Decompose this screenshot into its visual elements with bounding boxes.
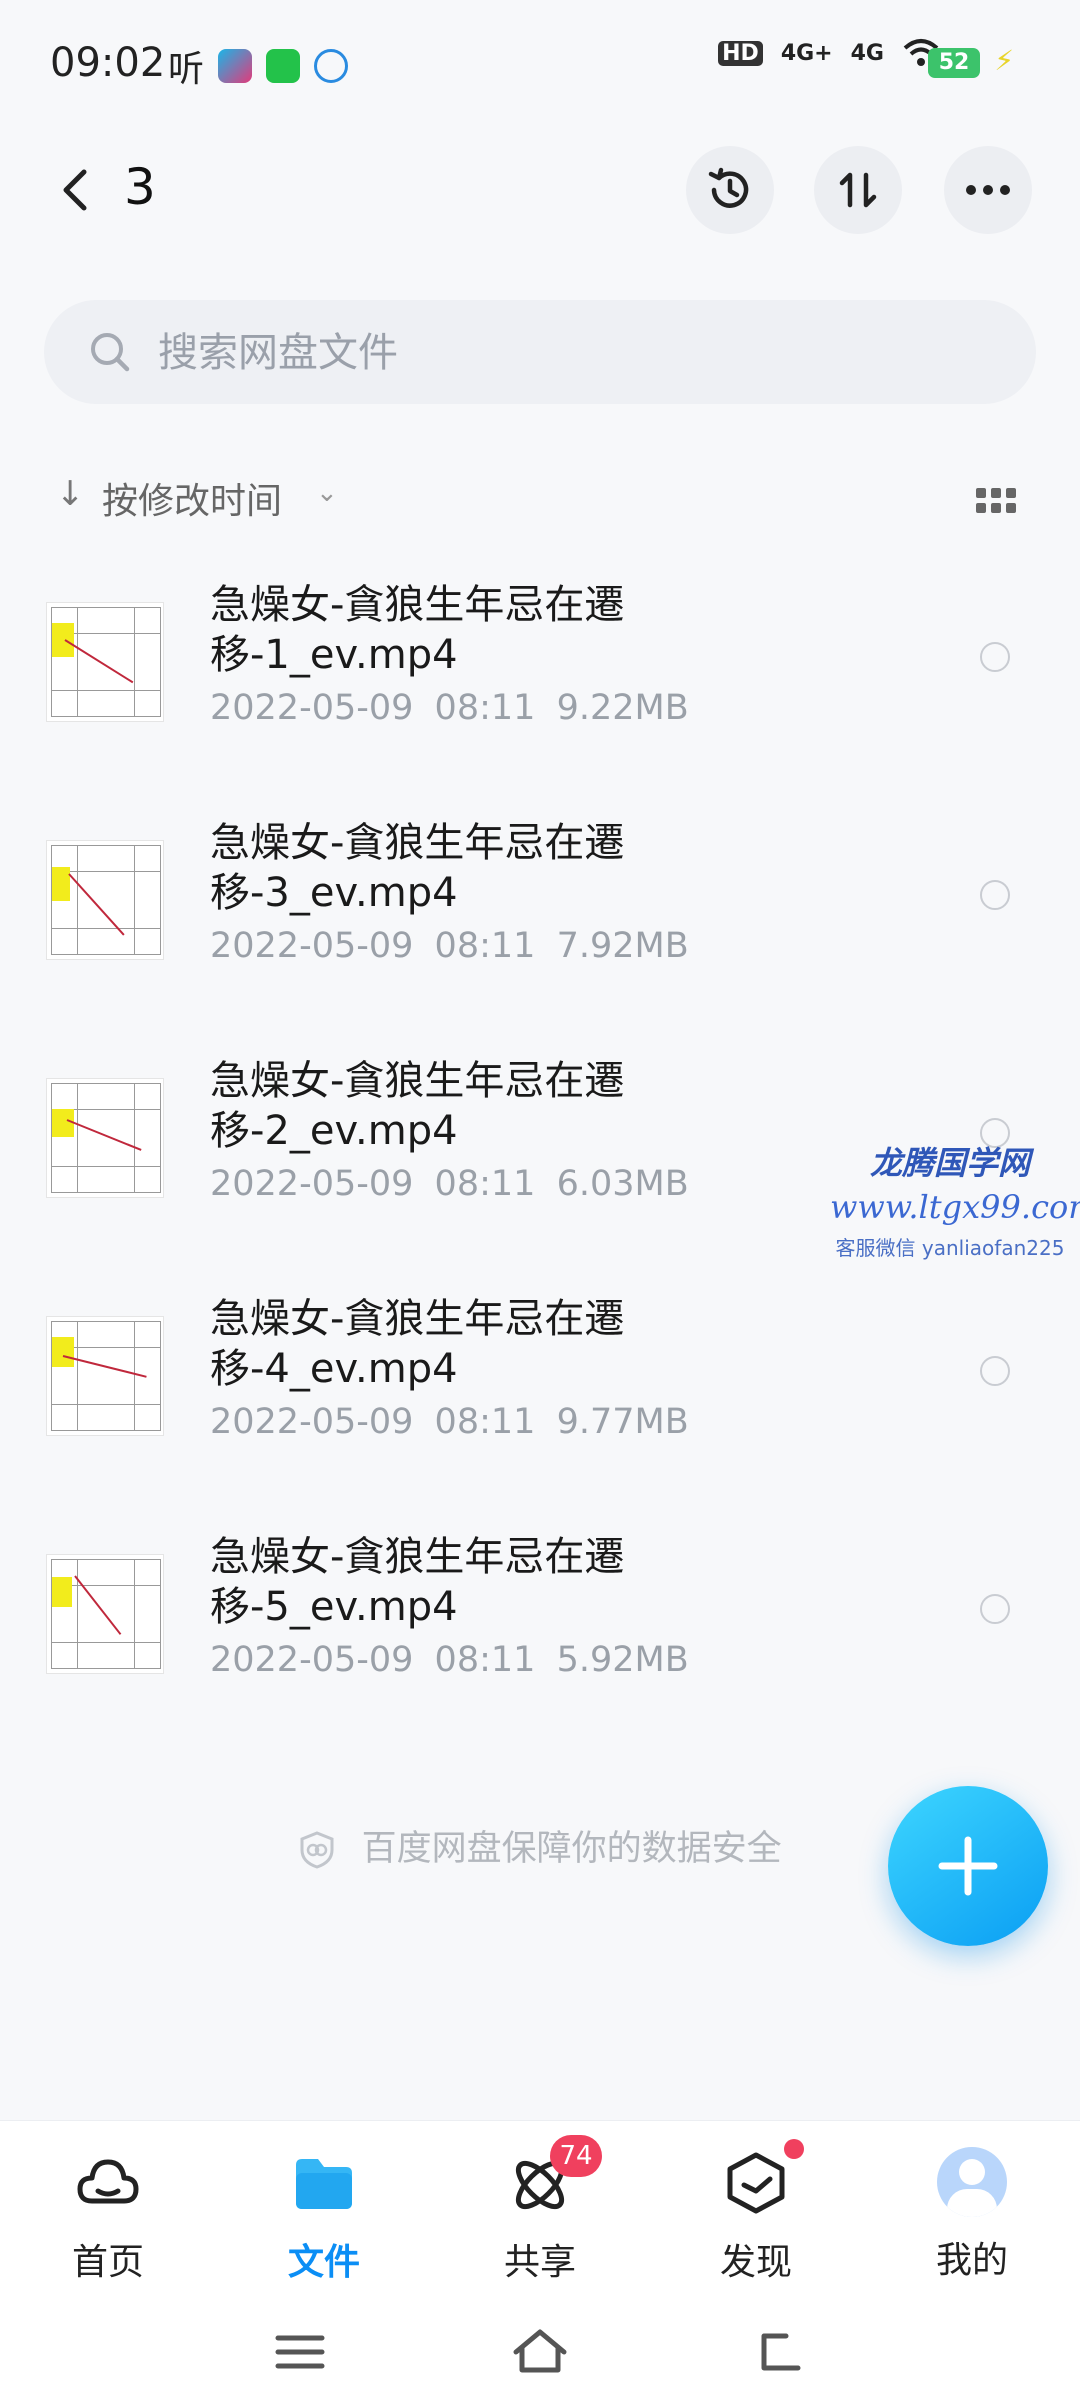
menu-icon[interactable] [270, 2322, 330, 2382]
search-bar[interactable] [44, 300, 1036, 404]
avatar-icon [937, 2147, 1007, 2217]
file-meta: 2022-05-09 08:11 6.03MB [210, 1164, 689, 1204]
bottom-nav: 首页 文件 74 共享 发现 我的 [0, 2120, 1080, 2301]
select-checkbox[interactable] [980, 880, 1010, 910]
status-signals: HD 4G+ 4G [718, 38, 940, 68]
file-name: 急燥女-貪狼生年忌在遷移-1_ev.mp4 [210, 582, 625, 678]
file-meta: 2022-05-09 08:11 9.77MB [210, 1402, 689, 1442]
list-item[interactable]: 急燥女-貪狼生年忌在遷移-5_ev.mp4 2022-05-09 08:11 5… [0, 1512, 1080, 1750]
nav-files[interactable]: 文件 [216, 2147, 432, 2285]
search-icon [91, 333, 130, 372]
nav-home[interactable]: 首页 [0, 2147, 216, 2285]
signal-4g-icon: 4G [850, 40, 884, 66]
plus-icon [938, 1836, 998, 1896]
nav-me[interactable]: 我的 [864, 2147, 1080, 2283]
file-date: 2022-05-09 [210, 926, 414, 966]
status-time: 09:02 [50, 40, 166, 86]
select-checkbox[interactable] [980, 1356, 1010, 1386]
file-meta: 2022-05-09 08:11 9.22MB [210, 688, 689, 728]
file-meta: 2022-05-09 08:11 7.92MB [210, 926, 689, 966]
video-thumbnail [46, 840, 164, 960]
nav-files-label: 文件 [287, 2242, 360, 2283]
grid-view-icon[interactable] [976, 488, 1016, 514]
file-time: 08:11 [434, 1640, 536, 1680]
search-input[interactable] [156, 318, 980, 388]
file-size: 9.77MB [556, 1402, 689, 1442]
sort-direction-icon[interactable]: ↓ [56, 474, 85, 514]
nav-share[interactable]: 74 共享 [432, 2135, 648, 2285]
history-button[interactable] [686, 146, 774, 234]
nav-me-label: 我的 [935, 2240, 1008, 2281]
video-thumbnail [46, 1078, 164, 1198]
select-checkbox[interactable] [980, 1118, 1010, 1148]
chevron-down-icon[interactable]: ⌄ [316, 478, 338, 508]
top-bar: 3 [0, 140, 1080, 240]
nav-home-label: 首页 [71, 2242, 144, 2283]
list-item[interactable]: 急燥女-貪狼生年忌在遷移-3_ev.mp4 2022-05-09 08:11 7… [0, 798, 1080, 1036]
file-date: 2022-05-09 [210, 688, 414, 728]
back-nav-icon[interactable] [750, 2322, 810, 2382]
signal-4g-plus-icon: 4G+ [780, 40, 833, 66]
video-thumbnail [46, 1554, 164, 1674]
more-icon [966, 185, 1010, 195]
sort-bar: ↓ 按修改时间 ⌄ [0, 470, 1080, 530]
folder-icon [288, 2147, 360, 2219]
file-name: 急燥女-貪狼生年忌在遷移-2_ev.mp4 [210, 1058, 625, 1154]
sort-label[interactable]: 按修改时间 [102, 472, 282, 524]
video-thumbnail [46, 1316, 164, 1436]
discover-cube-icon [720, 2139, 804, 2219]
file-time: 08:11 [434, 926, 536, 966]
shield-icon [300, 1831, 334, 1869]
file-name: 急燥女-貪狼生年忌在遷移-4_ev.mp4 [210, 1296, 625, 1392]
share-atom-icon: 74 [504, 2135, 602, 2219]
more-button[interactable] [944, 146, 1032, 234]
list-item[interactable]: 急燥女-貪狼生年忌在遷移-1_ev.mp4 2022-05-09 08:11 9… [0, 560, 1080, 798]
nav-discover[interactable]: 发现 [648, 2139, 864, 2285]
file-time: 08:11 [434, 1164, 536, 1204]
list-item[interactable]: 急燥女-貪狼生年忌在遷移-4_ev.mp4 2022-05-09 08:11 9… [0, 1274, 1080, 1512]
file-size: 7.92MB [556, 926, 689, 966]
file-date: 2022-05-09 [210, 1164, 414, 1204]
battery-icon: 52 [928, 48, 980, 78]
status-bar: 09:02 听 HD 4G+ 4G 52 ⚡ [0, 0, 1080, 120]
sort-transfer-icon [839, 172, 877, 208]
transfer-button[interactable] [814, 146, 902, 234]
file-name: 急燥女-貪狼生年忌在遷移-5_ev.mp4 [210, 1534, 625, 1630]
file-time: 08:11 [434, 688, 536, 728]
charging-icon: ⚡ [994, 44, 1014, 77]
hd-icon: HD [718, 40, 763, 66]
file-size: 9.22MB [556, 688, 689, 728]
list-item[interactable]: 急燥女-貪狼生年忌在遷移-2_ev.mp4 2022-05-09 08:11 6… [0, 1036, 1080, 1274]
file-time: 08:11 [434, 1402, 536, 1442]
file-size: 5.92MB [556, 1640, 689, 1680]
back-icon[interactable] [48, 162, 104, 218]
share-badge: 74 [550, 2135, 602, 2177]
history-icon [708, 167, 749, 208]
discover-notification-dot [784, 2139, 804, 2159]
nav-share-label: 共享 [503, 2242, 576, 2283]
iqiyi-icon [266, 49, 301, 83]
file-date: 2022-05-09 [210, 1640, 414, 1680]
file-name: 急燥女-貪狼生年忌在遷移-3_ev.mp4 [210, 820, 625, 916]
file-size: 6.03MB [556, 1164, 689, 1204]
select-checkbox[interactable] [980, 1594, 1010, 1624]
file-meta: 2022-05-09 08:11 5.92MB [210, 1640, 689, 1680]
file-date: 2022-05-09 [210, 1402, 414, 1442]
page-title: 3 [124, 158, 156, 216]
ting-icon: 听 [168, 49, 205, 90]
select-checkbox[interactable] [980, 642, 1010, 672]
nav-discover-label: 发现 [719, 2242, 792, 2283]
status-notifications: 听 [168, 40, 349, 92]
security-note-text: 百度网盘保障你的数据安全 [361, 1829, 782, 1869]
cloud-icon [72, 2147, 144, 2219]
tv-app-icon [314, 49, 349, 83]
add-button[interactable] [888, 1786, 1048, 1946]
app-notification-icon [218, 49, 253, 83]
system-nav-bar [0, 2300, 1080, 2408]
file-list: 急燥女-貪狼生年忌在遷移-1_ev.mp4 2022-05-09 08:11 9… [0, 560, 1080, 1750]
video-thumbnail [46, 602, 164, 722]
home-icon[interactable] [510, 2322, 570, 2382]
